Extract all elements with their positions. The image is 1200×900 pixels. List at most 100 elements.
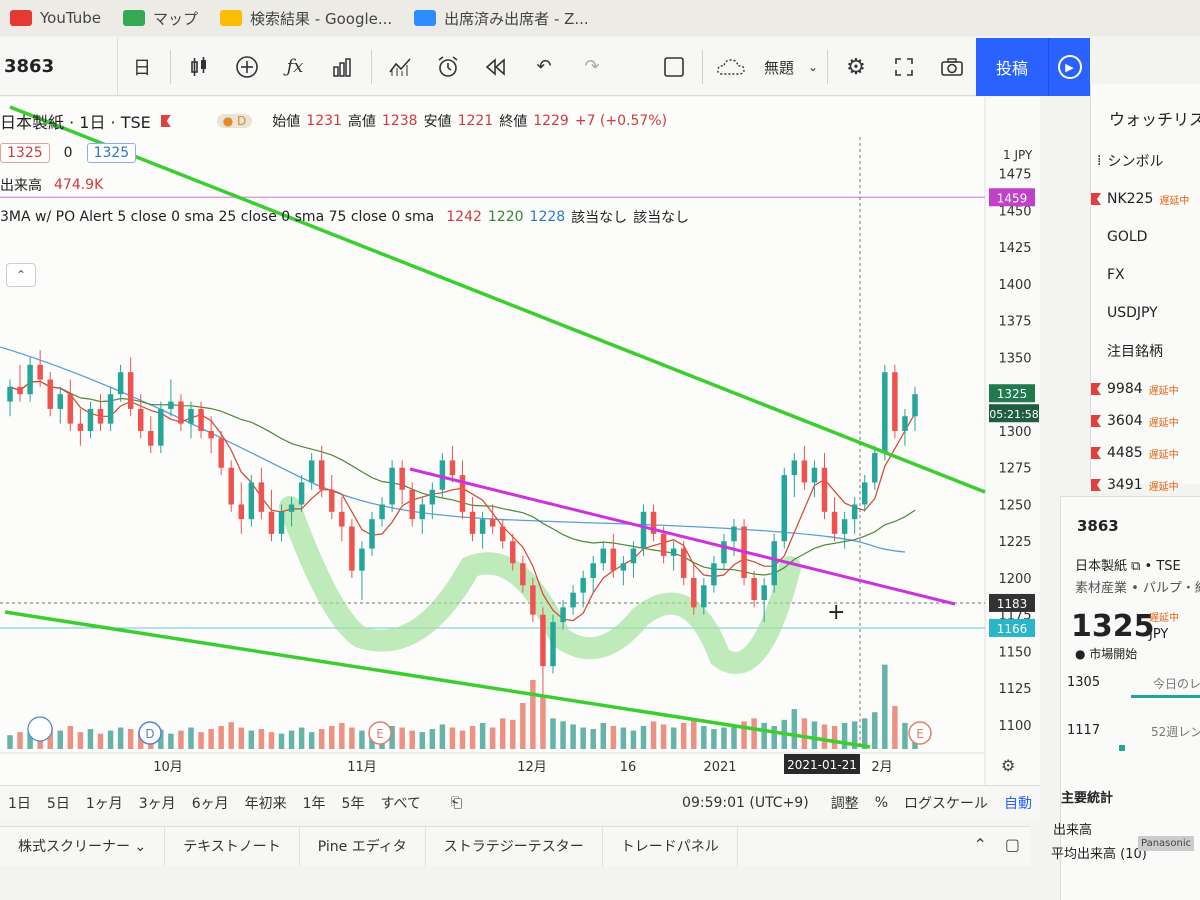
cloud-save-icon[interactable]: [707, 38, 755, 96]
watchlist-row[interactable]: FX: [1091, 260, 1200, 290]
volume-bar: [580, 727, 586, 749]
timeframe-option[interactable]: 3ヶ月: [131, 793, 184, 813]
key-stats-title[interactable]: 主要統計: [1061, 787, 1113, 806]
watchlist-row[interactable]: NK225 遅延中: [1091, 184, 1200, 214]
indicator-title[interactable]: 3MA w/ PO Alert 5 close 0 sma 25 close 0…: [0, 209, 434, 225]
open-label: 始値: [272, 114, 301, 130]
timeframe-option[interactable]: 6ヶ月: [184, 793, 237, 813]
legend-title[interactable]: 日本製紙 · 1日 · TSE: [0, 109, 151, 133]
publish-button[interactable]: 投稿: [976, 38, 1048, 96]
auto-scale-toggle[interactable]: 自動: [996, 793, 1040, 813]
financials-icon[interactable]: [319, 38, 367, 96]
volume-bar: [248, 730, 255, 749]
volume-bar: [902, 722, 908, 749]
template-name[interactable]: 無題: [755, 38, 803, 96]
candle-body: [288, 504, 295, 512]
adjust-toggle[interactable]: 調整: [823, 793, 867, 813]
watchlist-symbol: 9984: [1107, 381, 1143, 397]
timeframe-option[interactable]: 1年: [295, 793, 334, 813]
candle-body: [489, 519, 496, 527]
watchlist-row[interactable]: 注目銘柄: [1091, 336, 1200, 366]
bottom-tab[interactable]: Pine エディタ: [300, 826, 426, 867]
currency-label[interactable]: 1ֵ JPY: [1003, 148, 1033, 162]
price-tick-label: 1375: [998, 315, 1031, 330]
collapse-legend-button[interactable]: ⌃: [6, 263, 36, 287]
timeframe-option[interactable]: 5日: [39, 793, 78, 813]
maximize-icon[interactable]: ▢: [1005, 835, 1020, 854]
indicators-icon[interactable]: ƒx: [271, 38, 319, 96]
chevron-down-icon[interactable]: ⌄: [130, 839, 146, 855]
candle-type-icon[interactable]: [175, 38, 223, 96]
detail-price: 1325: [1071, 609, 1155, 644]
event-marker-label: E: [376, 727, 384, 741]
log-scale-toggle[interactable]: ログスケール: [896, 793, 996, 813]
fullscreen-icon[interactable]: [880, 38, 928, 96]
flag-icon[interactable]: [160, 115, 171, 127]
candle-body: [640, 511, 647, 549]
alarm-icon[interactable]: [424, 38, 472, 96]
watchlist-row[interactable]: USDJPY: [1091, 298, 1200, 328]
add-compare-icon[interactable]: [223, 38, 271, 96]
watchlist-symbol: USDJPY: [1107, 305, 1158, 321]
flag-icon[interactable]: [1091, 415, 1101, 427]
bookmark-item[interactable]: 検索結果 - Google...: [220, 8, 392, 29]
watchlist-row[interactable]: GOLD: [1091, 222, 1200, 252]
settings-gear-icon[interactable]: ⚙: [832, 38, 880, 96]
volume-label[interactable]: 出来高: [0, 175, 42, 195]
flag-icon[interactable]: [1091, 193, 1101, 205]
date-range-icon[interactable]: ⎗: [443, 795, 470, 811]
timeframe-option[interactable]: 5年: [334, 793, 373, 813]
chevron-down-icon[interactable]: ⌄: [803, 38, 823, 96]
flag-icon[interactable]: [1091, 447, 1101, 459]
percent-toggle[interactable]: %: [867, 795, 896, 811]
drag-handle-icon[interactable]: ⁞: [1097, 153, 1101, 169]
bottom-tab[interactable]: 株式スクリーナー ⌄: [0, 826, 166, 867]
redo-icon[interactable]: ↷: [568, 38, 616, 96]
bottom-tab[interactable]: ストラテジーテスター: [426, 826, 603, 867]
timeframe-option[interactable]: 1日: [0, 793, 39, 813]
axis-settings-gear-icon[interactable]: ⚙: [1001, 756, 1015, 775]
bottom-tab[interactable]: トレードパネル: [603, 826, 738, 867]
price-tick-label: 1225: [998, 535, 1031, 550]
watchlist-header[interactable]: ⁞ シンボル: [1097, 146, 1200, 176]
volume-bar: [751, 718, 757, 749]
volume-bar: [510, 719, 516, 749]
ask-price[interactable]: 1325: [86, 143, 137, 163]
play-icon[interactable]: ▶: [1048, 38, 1090, 96]
trendline-lower[interactable]: [4, 610, 871, 749]
chart-pane[interactable]: 1100112511501175120012251250127513001325…: [0, 97, 1040, 785]
candle-body: [419, 504, 426, 520]
chevron-up-icon[interactable]: ⌃: [973, 835, 986, 854]
undo-icon[interactable]: ↶: [520, 38, 568, 96]
bookmark-item[interactable]: YouTube: [10, 9, 101, 27]
symbol-search[interactable]: 3863: [0, 37, 118, 96]
layout-icon[interactable]: [650, 38, 698, 96]
templates-icon[interactable]: [376, 38, 424, 96]
camera-icon[interactable]: [928, 38, 976, 96]
detail-sector[interactable]: 素材産業 • パルプ・紙: [1075, 577, 1200, 596]
trendline-magenta[interactable]: [409, 467, 956, 606]
ideas-icon[interactable]: [27, 716, 53, 742]
watchlist-row[interactable]: 4485 遅延中: [1091, 438, 1200, 468]
flag-icon[interactable]: [1091, 383, 1101, 395]
candle-body: [821, 467, 828, 512]
bid-price[interactable]: 1325: [0, 143, 50, 163]
clock-readout[interactable]: 09:59:01 (UTC+9): [682, 795, 823, 811]
timeframe-option[interactable]: すべて: [372, 793, 428, 813]
bookmark-item[interactable]: 出席済み出席者 - Z...: [414, 8, 589, 29]
bookmark-item[interactable]: マップ: [123, 8, 198, 29]
replay-icon[interactable]: [472, 38, 520, 96]
volume-bar: [77, 732, 84, 749]
timeframe-option[interactable]: 1ヶ月: [78, 793, 131, 813]
candle-body: [811, 467, 818, 483]
interval-button[interactable]: 日: [118, 38, 166, 96]
watchlist-row[interactable]: 9984 遅延中: [1091, 374, 1200, 404]
detail-name[interactable]: 日本製紙 ⧉ • TSE: [1075, 555, 1181, 574]
flag-icon[interactable]: [1091, 479, 1101, 491]
timeframe-option[interactable]: 年初来: [237, 793, 295, 813]
alert1-value: 該当なし: [571, 210, 628, 226]
watchlist-row[interactable]: 3604 遅延中: [1091, 406, 1200, 436]
watchlist-title[interactable]: ウォッチリス: [1109, 106, 1200, 130]
detail-symbol[interactable]: 3863: [1077, 517, 1119, 535]
bottom-tab[interactable]: テキストノート: [165, 826, 300, 867]
